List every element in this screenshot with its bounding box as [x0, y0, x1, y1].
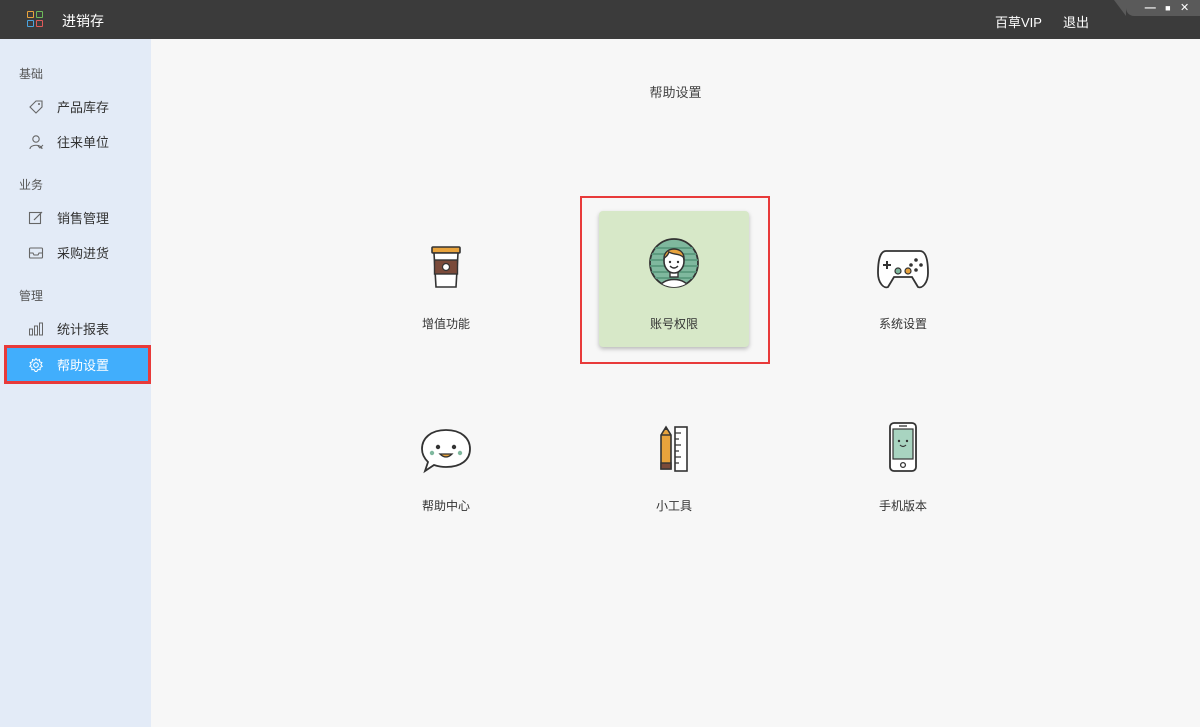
tile-label: 帮助中心 — [421, 499, 470, 513]
maximize-button[interactable]: ■ — [1165, 2, 1170, 14]
app-title: 进销存 — [62, 13, 104, 29]
contacts-icon — [27, 133, 45, 151]
minimize-button[interactable]: — — [1145, 2, 1156, 14]
gear-icon — [27, 356, 45, 374]
sidebar-group-management: 管理 — [19, 289, 44, 303]
chat-bubble-icon — [419, 427, 473, 480]
tile-tools[interactable]: 小工具 — [599, 393, 749, 529]
sidebar-item-label: 销售管理 — [57, 211, 110, 226]
tile-label: 小工具 — [655, 499, 692, 513]
tile-system-settings[interactable]: 系统设置 — [828, 211, 978, 347]
window-controls-notch — [1114, 0, 1126, 16]
gamepad-icon — [876, 247, 930, 296]
sidebar-item-help-settings[interactable]: 帮助设置 — [4, 345, 151, 384]
tile-label: 系统设置 — [878, 317, 927, 331]
inbox-icon — [27, 244, 45, 262]
close-button[interactable]: ✕ — [1180, 2, 1189, 14]
page-title: 帮助设置 — [649, 85, 702, 100]
sidebar-item-label: 统计报表 — [57, 322, 110, 337]
sidebar-item-contacts[interactable]: 往来单位 — [6, 124, 149, 159]
sidebar-group-basic: 基础 — [19, 67, 44, 81]
sidebar-item-label: 往来单位 — [57, 135, 110, 150]
pencil-ruler-icon — [657, 425, 691, 480]
tile-mobile-version[interactable]: 手机版本 — [828, 393, 978, 529]
sidebar-item-purchase[interactable]: 采购进货 — [6, 235, 149, 270]
sidebar-item-label: 采购进货 — [57, 246, 110, 261]
sidebar-group-business: 业务 — [19, 178, 44, 192]
phone-icon — [888, 421, 918, 478]
bar-chart-icon — [27, 320, 45, 338]
tile-value-added[interactable]: 增值功能 — [371, 211, 521, 347]
title-bar: 进销存 百草VIP 退出 — ■ ✕ — [0, 0, 1200, 39]
sidebar-item-reports[interactable]: 统计报表 — [6, 311, 149, 346]
selection-highlight — [580, 196, 770, 364]
coffee-cup-icon — [428, 245, 464, 296]
vip-link[interactable]: 百草VIP — [995, 12, 1042, 31]
tile-label: 手机版本 — [878, 499, 927, 513]
app-logo-icon — [27, 11, 43, 27]
edit-icon — [27, 209, 45, 227]
sidebar-item-label: 帮助设置 — [57, 358, 110, 373]
tile-label: 增值功能 — [421, 317, 470, 331]
tile-help-center[interactable]: 帮助中心 — [371, 393, 521, 529]
logout-link[interactable]: 退出 — [1063, 12, 1089, 31]
window-controls: — ■ ✕ — [1126, 0, 1200, 16]
sidebar: 基础 产品库存 往来单位 业务 销售管理 采购进货 管理 统计报表 帮助设置 — [0, 39, 151, 727]
sidebar-item-sales[interactable]: 销售管理 — [6, 200, 149, 235]
